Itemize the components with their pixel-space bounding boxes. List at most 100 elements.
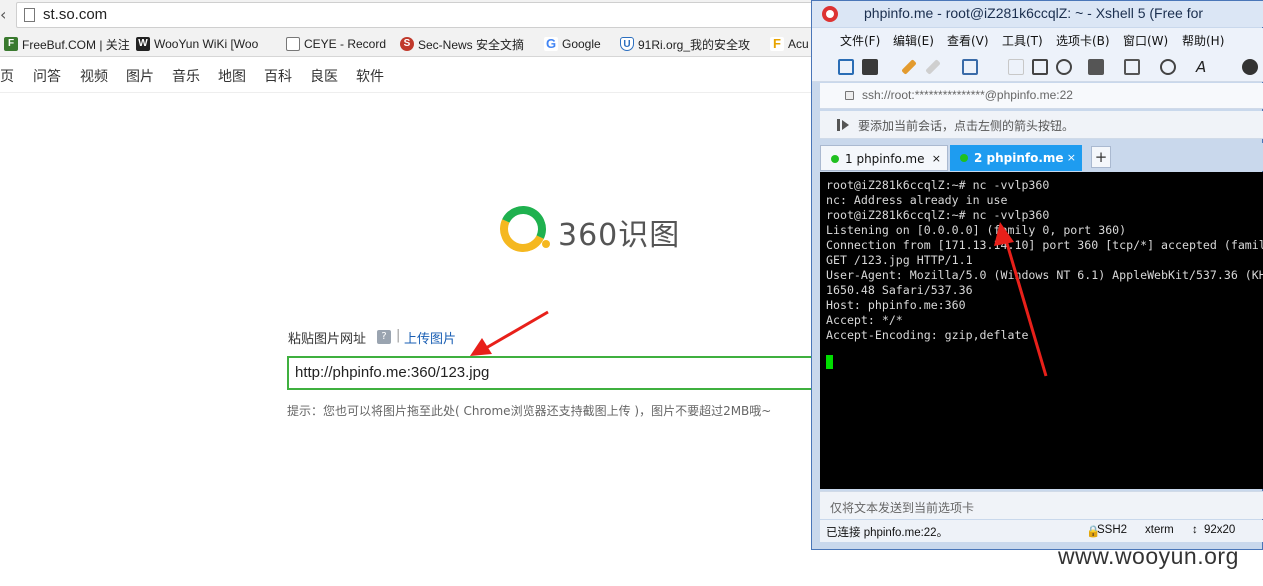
session-tip-text: 要添加当前会话，点击左侧的箭头按钮。 xyxy=(858,119,1075,133)
back-arrow-icon[interactable]: ‹ xyxy=(0,5,12,25)
bookmark-secnews[interactable]: S Sec-News 安全文摘 xyxy=(400,35,536,53)
window-title: phpinfo.me - root@iZ281k6ccqlZ: ~ - Xshe… xyxy=(864,5,1204,21)
nav-item-home[interactable]: 页 xyxy=(0,66,14,86)
separator: | xyxy=(396,328,401,343)
terminal-line: Accept-Encoding: gzip,deflate xyxy=(826,328,1029,342)
add-tab-button[interactable]: + xyxy=(1091,146,1111,168)
xshell-window: phpinfo.me - root@iZ281k6ccqlZ: ~ - Xshe… xyxy=(811,0,1263,550)
paste-url-label: 粘贴图片网址 xyxy=(288,332,367,347)
logo-360-shitu: 360识图 xyxy=(493,199,700,259)
bookmark-google[interactable]: G Google xyxy=(544,35,614,53)
image-url-input[interactable]: http://phpinfo.me:360/123.jpg xyxy=(287,356,827,390)
menu-tabs[interactable]: 选项卡(B) xyxy=(1056,32,1110,49)
terminal-line: GET /123.jpg HTTP/1.1 xyxy=(826,253,973,267)
connected-dot-icon xyxy=(960,154,968,162)
bookmark-freebuf[interactable]: F FreeBuf.COM | 关注 xyxy=(4,35,130,53)
secnews-icon: S xyxy=(400,37,414,51)
open-folder-icon[interactable] xyxy=(862,59,878,75)
new-session-icon[interactable] xyxy=(838,59,854,75)
freebuf-icon: F xyxy=(4,37,18,51)
transfer-icon[interactable] xyxy=(1124,59,1140,75)
nav-item-music[interactable]: 音乐 xyxy=(172,66,200,86)
nav-item-images[interactable]: 图片 xyxy=(126,66,154,86)
terminal-line: 1650.48 Safari/537.36 xyxy=(826,283,973,297)
bookmark-91ri[interactable]: U 91Ri.org_我的安全攻 xyxy=(620,35,758,53)
terminal-line: User-Agent: Mozilla/5.0 (Windows NT 6.1)… xyxy=(826,268,1263,282)
watermark: www.wooyun.org xyxy=(1058,543,1239,569)
menu-help[interactable]: 帮助(H) xyxy=(1182,32,1224,49)
menu-tools[interactable]: 工具(T) xyxy=(1002,32,1043,49)
status-term: xterm xyxy=(1145,524,1174,536)
reconnect-icon[interactable] xyxy=(901,59,917,75)
nav-item-map[interactable]: 地图 xyxy=(218,66,246,86)
bookmark-ceye[interactable]: CEYE - Record xyxy=(286,35,394,53)
toolbar: A xyxy=(812,52,1263,82)
bookmark-acunetix[interactable]: F Acu xyxy=(770,35,810,53)
acunetix-icon: F xyxy=(770,37,784,51)
logo-ring-icon xyxy=(493,199,553,259)
copy-icon[interactable] xyxy=(1008,59,1024,75)
terminal[interactable]: root@iZ281k6ccqlZ:~# nc -vvlp360 nc: Add… xyxy=(820,172,1263,489)
session-address-bar[interactable]: ssh://root:***************@phpinfo.me:22 xyxy=(820,83,1263,109)
close-icon[interactable]: × xyxy=(1067,145,1076,171)
print-icon[interactable] xyxy=(1088,59,1104,75)
menu-view[interactable]: 查看(V) xyxy=(947,32,989,49)
compose-bar[interactable]: 仅将文本发送到当前选项卡 xyxy=(820,491,1263,519)
nav-item-software[interactable]: 软件 xyxy=(356,66,384,86)
font-icon[interactable]: A xyxy=(1196,59,1212,75)
status-protocol: SSH2 xyxy=(1097,524,1128,536)
upload-image-link[interactable]: 上传图片 xyxy=(404,328,456,347)
title-bar[interactable]: phpinfo.me - root@iZ281k6ccqlZ: ~ - Xshe… xyxy=(812,1,1263,27)
tab-session-1[interactable]: 1 phpinfo.me × xyxy=(820,145,948,171)
terminal-cursor xyxy=(826,355,833,369)
status-connected: 已连接 phpinfo.me:22。 xyxy=(826,527,949,539)
page-icon xyxy=(286,37,300,51)
close-icon[interactable]: × xyxy=(932,146,941,172)
nav-item-wenda[interactable]: 问答 xyxy=(33,66,61,86)
image-url-value: http://phpinfo.me:360/123.jpg xyxy=(295,364,490,381)
terminal-line: Connection from [171.13.14.10] port 360 … xyxy=(826,238,1263,252)
properties-icon[interactable] xyxy=(962,59,978,75)
tab-session-2[interactable]: 2 phpinfo.me × xyxy=(950,145,1082,171)
ssh-address: ssh://root:***************@phpinfo.me:22 xyxy=(862,88,1073,102)
lock-icon xyxy=(845,91,854,100)
resize-icon: ↕ xyxy=(1192,524,1198,536)
session-tabs: 1 phpinfo.me × 2 phpinfo.me × + xyxy=(820,143,1263,171)
globe-icon[interactable] xyxy=(1160,59,1176,75)
terminal-line: Host: phpinfo.me:360 xyxy=(826,298,966,312)
connected-dot-icon xyxy=(831,155,839,163)
menu-bar: 文件(F) 编辑(E) 查看(V) 工具(T) 选项卡(B) 窗口(W) 帮助(… xyxy=(812,28,1263,52)
add-session-arrow-icon[interactable] xyxy=(836,118,850,132)
script-icon[interactable] xyxy=(1242,59,1258,75)
paste-icon[interactable] xyxy=(1032,59,1048,75)
disconnect-icon[interactable] xyxy=(925,59,941,75)
tab-label: 1 phpinfo.me xyxy=(845,152,925,166)
page-icon xyxy=(24,8,35,22)
logo-text: 360识图 xyxy=(558,218,681,253)
help-icon[interactable]: ? xyxy=(377,330,391,344)
tab-label: 2 phpinfo.me xyxy=(974,151,1064,165)
upload-hint: 提示：您也可以将图片拖至此处( Chrome浏览器还支持截图上传 )，图片不要超… xyxy=(287,404,772,418)
logo-dot-icon xyxy=(542,240,550,248)
find-icon[interactable] xyxy=(1056,59,1072,75)
screenshot-root: ‹ st.so.com F FreeBuf.COM | 关注 W WooYun … xyxy=(0,0,1263,586)
terminal-line: root@iZ281k6ccqlZ:~# nc -vvlp360 xyxy=(826,178,1050,192)
google-icon: G xyxy=(544,36,558,51)
wooyun-icon: W xyxy=(136,37,150,51)
xshell-app-icon xyxy=(822,6,838,22)
status-size: 92x20 xyxy=(1204,524,1236,536)
url-text: st.so.com xyxy=(43,6,108,23)
nav-item-baike[interactable]: 百科 xyxy=(264,66,292,86)
terminal-line: Listening on [0.0.0.0] (family 0, port 3… xyxy=(826,223,1127,237)
nav-item-doctor[interactable]: 良医 xyxy=(310,66,338,86)
menu-file[interactable]: 文件(F) xyxy=(840,32,880,49)
bookmark-wooyun[interactable]: W WooYun WiKi [Woo xyxy=(136,35,276,53)
menu-edit[interactable]: 编辑(E) xyxy=(893,32,934,49)
terminal-line: Accept: */* xyxy=(826,313,903,327)
session-tip-bar: 要添加当前会话，点击左侧的箭头按钮。 xyxy=(820,111,1263,139)
menu-window[interactable]: 窗口(W) xyxy=(1123,32,1168,49)
shield-icon: U xyxy=(620,37,634,51)
terminal-line: nc: Address already in use xyxy=(826,193,1008,207)
nav-item-video[interactable]: 视频 xyxy=(80,66,108,86)
terminal-line: root@iZ281k6ccqlZ:~# nc -vvlp360 xyxy=(826,208,1050,222)
